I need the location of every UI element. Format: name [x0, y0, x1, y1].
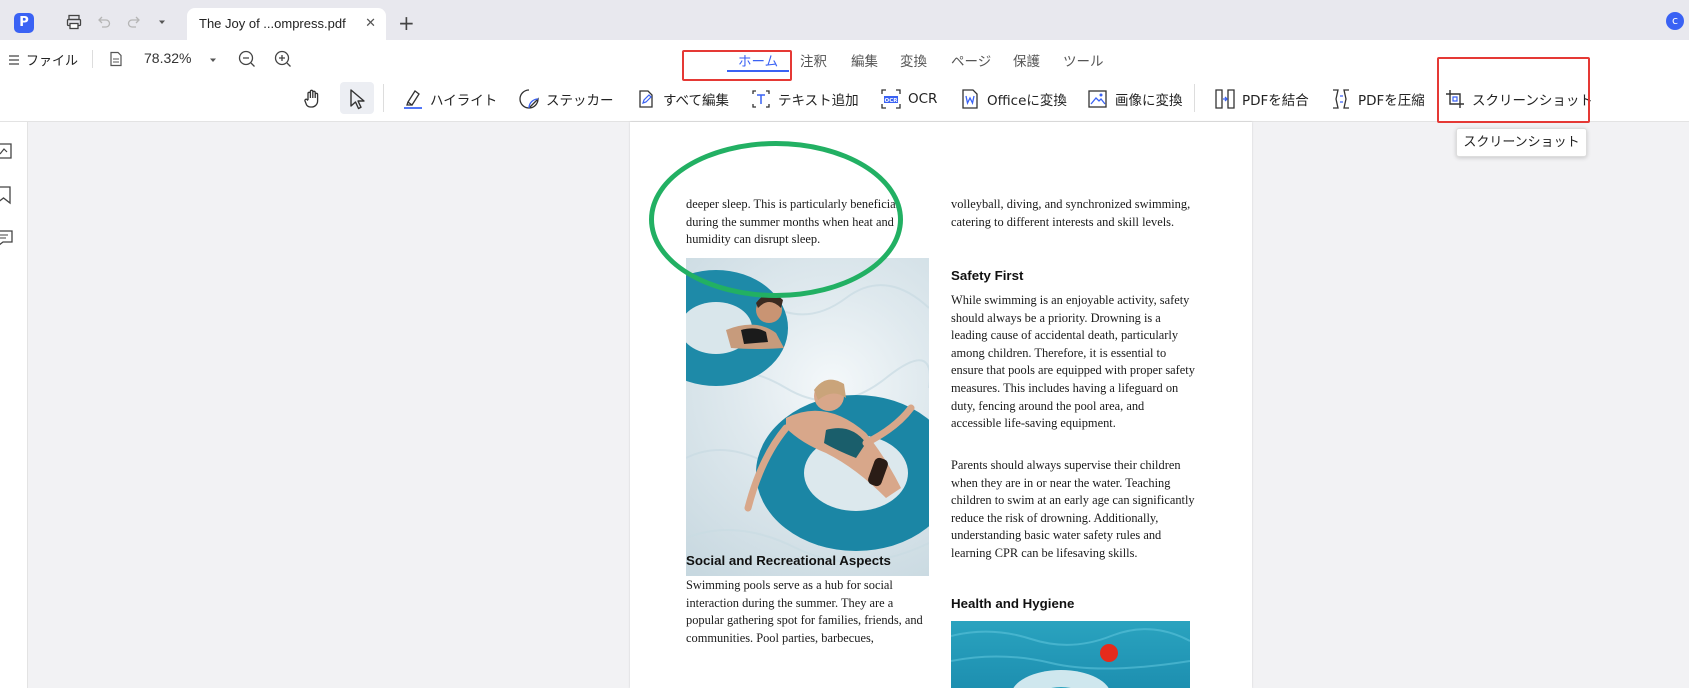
- document-tab[interactable]: The Joy of ...ompress.pdf ✕: [187, 8, 386, 40]
- new-tab-button[interactable]: +: [398, 11, 415, 35]
- file-menu-label: ファイル: [26, 54, 79, 69]
- sticker-button[interactable]: ステッカー: [518, 84, 614, 114]
- heading-health: Health and Hygiene: [951, 596, 1075, 611]
- convert-to-office-button[interactable]: Officeに変換: [959, 84, 1067, 114]
- ocr-button[interactable]: OCR OCR: [880, 84, 937, 114]
- edit-all-button[interactable]: すべて編集: [635, 84, 729, 114]
- hamburger-icon: [9, 54, 19, 65]
- annotation-box-home-tab: [682, 50, 792, 81]
- hand-tool-button[interactable]: [302, 84, 324, 114]
- cursor-arrow-icon: [350, 89, 365, 110]
- pool-float-photo: [951, 621, 1190, 688]
- title-bar: P The Joy of ...ompress.pdf ✕ + c: [0, 0, 1689, 40]
- tab-protect[interactable]: 保護: [1013, 50, 1040, 70]
- tab-tools[interactable]: ツール: [1063, 50, 1104, 70]
- print-icon[interactable]: [64, 12, 84, 32]
- office-doc-icon: [962, 89, 978, 109]
- tab-annotate[interactable]: 注釈: [800, 50, 827, 70]
- heading-social: Social and Recreational Aspects: [686, 553, 891, 568]
- quick-access-dropdown-icon[interactable]: [152, 12, 172, 32]
- highlighter-icon: [404, 90, 422, 109]
- edit-all-label: すべて編集: [663, 93, 730, 109]
- divider: [92, 50, 93, 68]
- tab-convert[interactable]: 変換: [900, 50, 927, 70]
- merge-pdf-label: PDFを結合: [1242, 93, 1309, 109]
- annotation-box-screenshot: [1437, 57, 1590, 123]
- select-tool-button[interactable]: [347, 84, 367, 114]
- highlight-label: ハイライト: [430, 93, 498, 109]
- thumbnail-icon[interactable]: [0, 142, 16, 162]
- add-text-label: テキスト追加: [778, 93, 859, 109]
- text-box-icon: [752, 90, 770, 108]
- comment-icon[interactable]: [0, 228, 16, 248]
- ocr-icon: OCR: [881, 89, 901, 109]
- merge-pdf-button[interactable]: PDFを結合: [1214, 84, 1309, 114]
- zoom-in-icon[interactable]: [273, 49, 293, 69]
- undo-icon[interactable]: [94, 12, 114, 32]
- left-sidebar: [0, 122, 28, 688]
- file-menu-button[interactable]: ファイル: [8, 50, 78, 69]
- edit-document-icon: [639, 90, 653, 108]
- svg-text:OCR: OCR: [885, 98, 899, 104]
- convert-to-image-button[interactable]: 画像に変換: [1087, 84, 1183, 114]
- social-paragraph: Swimming pools serve as a hub for social…: [686, 578, 923, 645]
- zoom-out-icon[interactable]: [237, 49, 257, 69]
- tab-edit[interactable]: 編集: [851, 50, 878, 70]
- zoom-dropdown-icon[interactable]: [203, 50, 223, 70]
- hand-icon: [304, 89, 319, 108]
- page-view-icon[interactable]: [106, 49, 126, 69]
- green-ellipse-annotation: [649, 141, 903, 298]
- compress-pdf-label: PDFを圧縮: [1358, 93, 1425, 109]
- image-icon: [1088, 90, 1107, 108]
- compress-pdf-button[interactable]: PDFを圧縮: [1330, 84, 1425, 114]
- safety-paragraph-2: Parents should always supervise their ch…: [951, 458, 1195, 560]
- tab-title: The Joy of ...ompress.pdf: [199, 16, 346, 31]
- redo-icon[interactable]: [124, 12, 144, 32]
- safety-paragraph-1: While swimming is an enjoyable activity,…: [951, 293, 1195, 431]
- right-column-paragraph: volleyball, diving, and synchronized swi…: [951, 197, 1191, 229]
- sticker-icon: [519, 89, 539, 109]
- divider: [1194, 84, 1195, 112]
- tab-close-icon[interactable]: ✕: [365, 16, 376, 31]
- app-logo[interactable]: P: [14, 13, 34, 33]
- ocr-label: OCR: [908, 91, 938, 107]
- bookmark-icon[interactable]: [0, 185, 16, 205]
- heading-safety: Safety First: [951, 268, 1024, 283]
- zoom-level[interactable]: 78.32%: [144, 50, 191, 66]
- divider: [383, 84, 384, 112]
- sticker-label: ステッカー: [546, 93, 614, 109]
- highlight-button[interactable]: ハイライト: [402, 84, 497, 114]
- add-text-button[interactable]: テキスト追加: [750, 84, 859, 114]
- ribbon-toolbar: ファイル 78.32% ホーム 注釈 編集 変換 ページ 保護 ツール ハイライ…: [0, 40, 1689, 122]
- pool-photo: [686, 258, 929, 576]
- compress-icon: [1333, 89, 1349, 109]
- avatar[interactable]: c: [1666, 12, 1684, 30]
- convert-to-office-label: Officeに変換: [987, 93, 1067, 109]
- convert-to-image-label: 画像に変換: [1115, 93, 1183, 109]
- merge-icon: [1215, 89, 1235, 109]
- screenshot-tooltip: スクリーンショット: [1456, 128, 1587, 157]
- tab-page[interactable]: ページ: [951, 50, 991, 70]
